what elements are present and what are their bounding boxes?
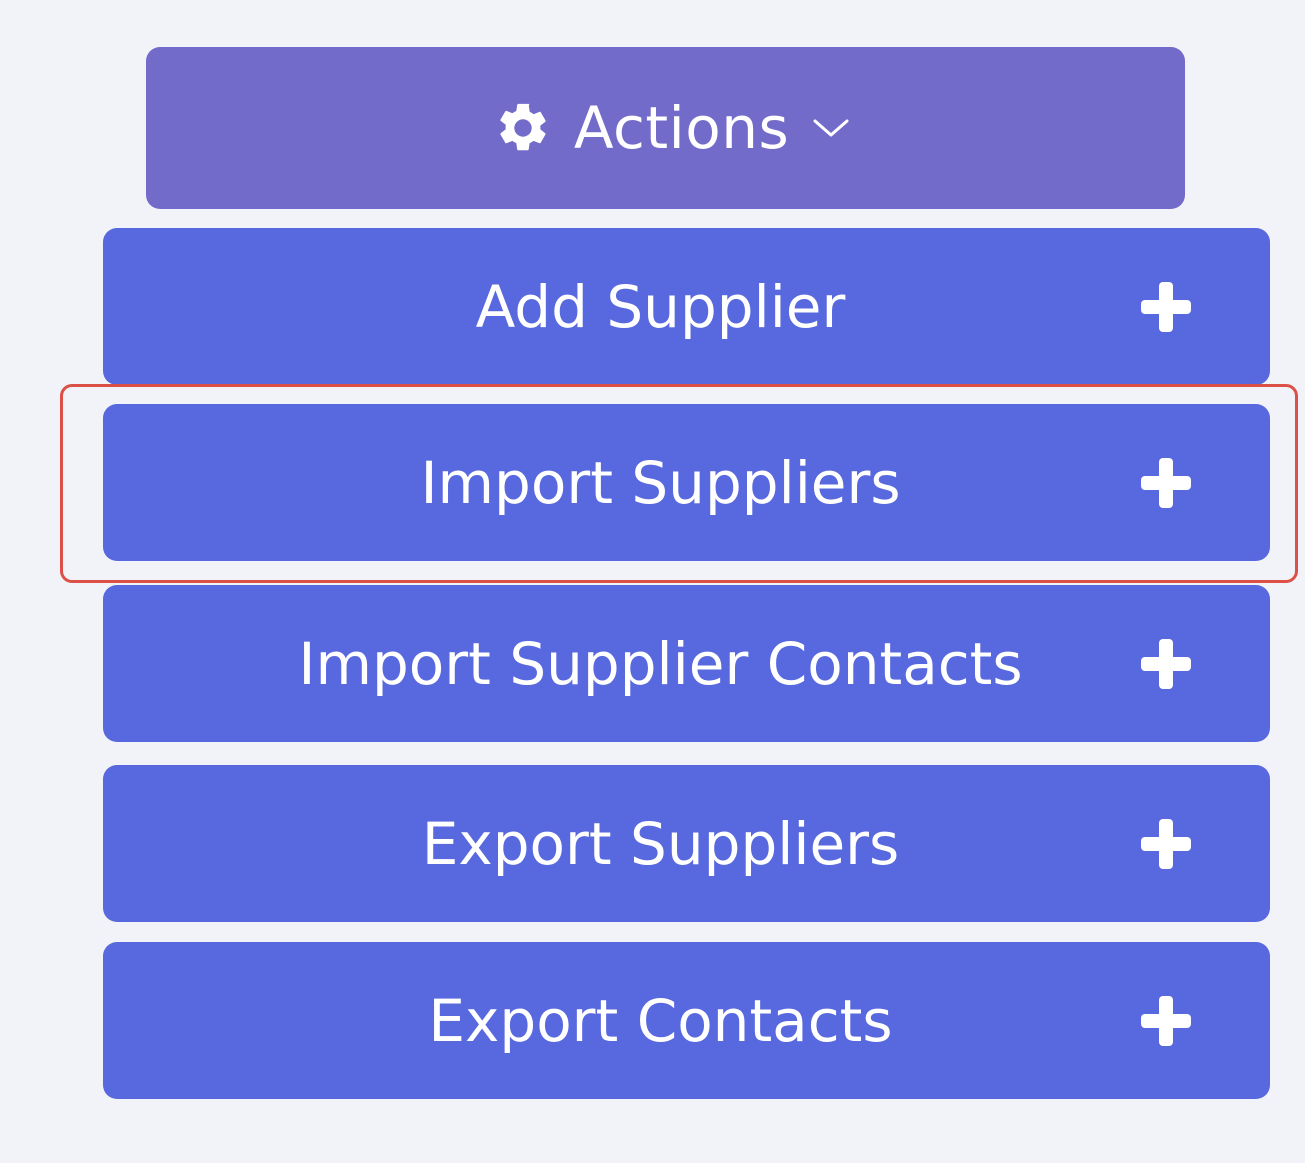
plus-icon (1141, 995, 1191, 1046)
menu-item-label: Import Suppliers (420, 448, 901, 517)
actions-dropdown-button[interactable]: Actions (146, 47, 1185, 209)
import-supplier-contacts-button[interactable]: Import Supplier Contacts (103, 585, 1270, 742)
export-suppliers-button[interactable]: Export Suppliers (103, 765, 1270, 922)
menu-item-label: Export Suppliers (421, 809, 900, 878)
plus-icon (1141, 281, 1191, 332)
chevron-down-icon (811, 116, 851, 140)
plus-icon (1141, 457, 1191, 508)
plus-icon (1141, 818, 1191, 869)
add-supplier-button[interactable]: Add Supplier (103, 228, 1270, 385)
plus-icon (1141, 638, 1191, 689)
actions-label: Actions (573, 94, 790, 162)
menu-item-label: Add Supplier (475, 272, 846, 341)
export-contacts-button[interactable]: Export Contacts (103, 942, 1270, 1099)
menu-item-label: Import Supplier Contacts (298, 629, 1023, 698)
import-suppliers-button[interactable]: Import Suppliers (103, 404, 1270, 561)
menu-item-label: Export Contacts (428, 986, 893, 1055)
gear-icon (494, 99, 552, 157)
